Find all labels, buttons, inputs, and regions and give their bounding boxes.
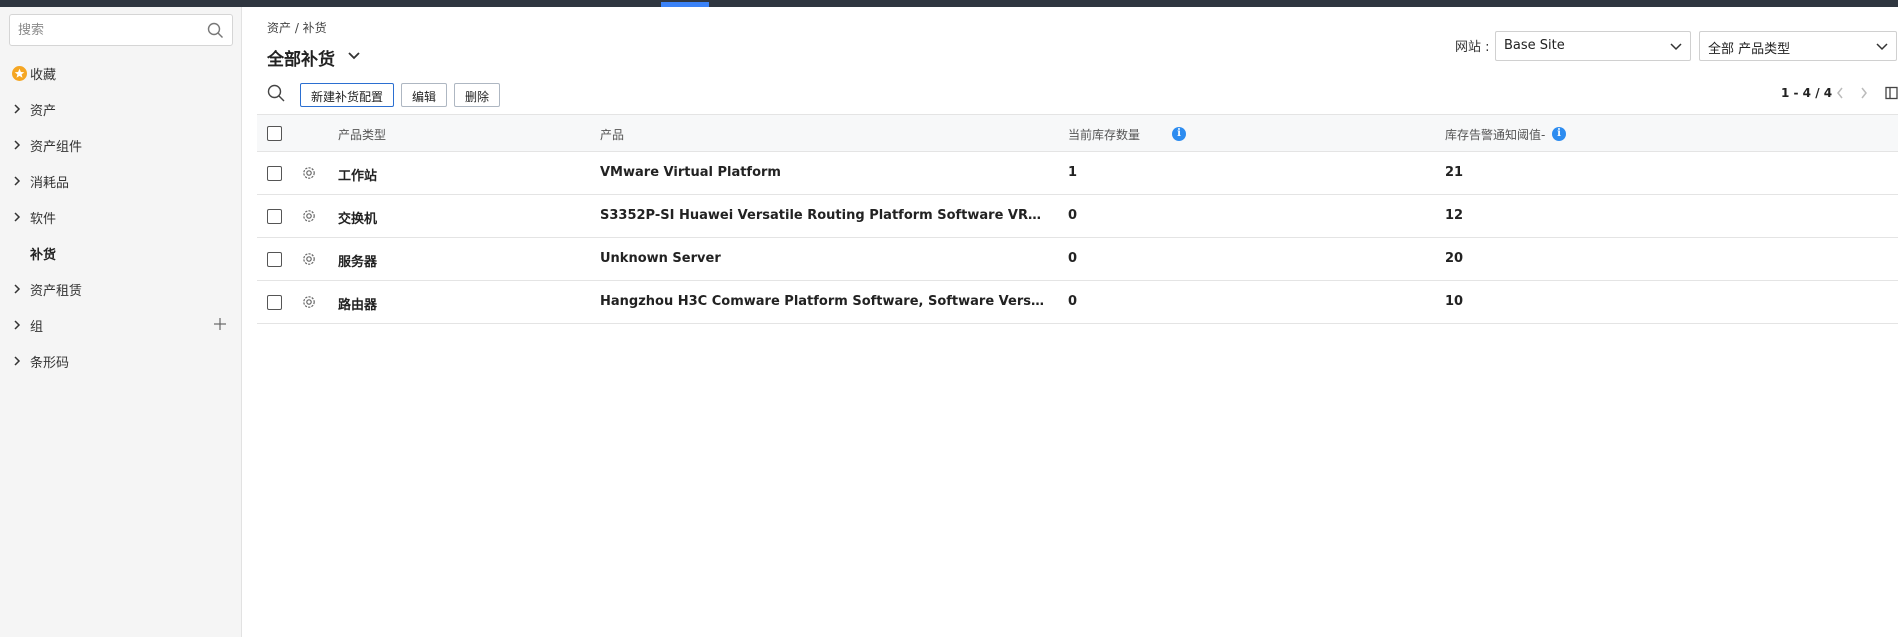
delete-button[interactable]: 删除 — [454, 83, 500, 107]
pagination-range: 1 - 4 / 4 — [1781, 86, 1833, 100]
sidebar-item-groups[interactable]: 组 — [0, 311, 242, 339]
sidebar-item-label: 消耗品 — [30, 176, 70, 191]
cell-product[interactable]: S3352P-SI Huawei Versatile Routing Platf… — [600, 208, 1046, 223]
column-header-current-stock[interactable]: 当前库存数量 — [1068, 126, 1140, 143]
sidebar-item-consumables[interactable]: 消耗品 — [0, 167, 242, 195]
chevron-right-icon[interactable] — [1859, 86, 1869, 100]
table-header: 产品类型 产品 当前库存数量 i 库存告警通知阈值- i — [257, 114, 1898, 152]
add-group-icon[interactable] — [213, 317, 227, 331]
gear-icon[interactable] — [301, 165, 317, 181]
breadcrumb[interactable]: 资产 / 补货 — [267, 19, 327, 36]
sidebar-item-asset-components[interactable]: 资产组件 — [0, 131, 242, 159]
info-icon[interactable]: i — [1552, 127, 1566, 141]
main-content: 资产 / 补货 全部补货 网站 : Base Site 全部 产品类型 新建补货… — [243, 7, 1898, 637]
edit-button[interactable]: 编辑 — [401, 83, 447, 107]
cell-current-stock: 0 — [1068, 208, 1078, 223]
gear-icon[interactable] — [301, 208, 317, 224]
cell-current-stock: 0 — [1068, 294, 1078, 309]
cell-product[interactable]: VMware Virtual Platform — [600, 165, 1046, 180]
table-row[interactable]: 交换机 S3352P-SI Huawei Versatile Routing P… — [257, 195, 1898, 238]
chevron-down-icon — [1876, 43, 1888, 51]
chevron-left-icon[interactable] — [1835, 86, 1845, 100]
cell-threshold: 21 — [1445, 165, 1464, 180]
cell-current-stock: 0 — [1068, 251, 1078, 266]
chevron-right-icon — [14, 212, 21, 222]
cell-product[interactable]: Hangzhou H3C Comware Platform Software, … — [600, 294, 1046, 309]
cell-product-type: 服务器 — [338, 255, 378, 270]
sidebar-search-input[interactable] — [18, 20, 198, 40]
cell-product[interactable]: Unknown Server — [600, 251, 1046, 266]
search-icon[interactable] — [267, 84, 285, 102]
sidebar-item-software[interactable]: 软件 — [0, 203, 242, 231]
cell-product-type: 交换机 — [338, 212, 378, 227]
site-select-value: Base Site — [1504, 38, 1565, 53]
sidebar-item-label: 组 — [30, 320, 44, 335]
cell-threshold: 12 — [1445, 208, 1464, 223]
sidebar-search[interactable] — [9, 14, 233, 46]
new-replenishment-button[interactable]: 新建补货配置 — [300, 83, 394, 107]
chevron-right-icon — [14, 320, 21, 330]
site-select[interactable]: Base Site — [1495, 31, 1691, 61]
chevron-right-icon — [14, 140, 21, 150]
page-title: 全部补货 — [267, 50, 335, 70]
row-checkbox[interactable] — [267, 295, 282, 310]
row-checkbox[interactable] — [267, 166, 282, 181]
row-checkbox[interactable] — [267, 209, 282, 224]
info-icon[interactable]: i — [1172, 127, 1186, 141]
sidebar: 收藏 资产 资产组件 消耗品 软件 补货 资产租赁 组 条形码 — [0, 7, 242, 637]
sidebar-item-replenishment[interactable]: 补货 — [0, 239, 242, 267]
cell-product-type: 工作站 — [338, 169, 378, 184]
cell-current-stock: 1 — [1068, 165, 1078, 180]
table-row[interactable]: 工作站 VMware Virtual Platform 1 21 — [257, 152, 1898, 195]
chevron-down-icon — [1670, 43, 1682, 51]
cell-threshold: 20 — [1445, 251, 1464, 266]
sidebar-item-label: 补货 — [30, 248, 57, 263]
sidebar-item-assets[interactable]: 资产 — [0, 95, 242, 123]
chevron-right-icon — [14, 356, 21, 366]
table-row[interactable]: 路由器 Hangzhou H3C Comware Platform Softwa… — [257, 281, 1898, 324]
select-all-checkbox[interactable] — [267, 126, 282, 141]
sidebar-item-label: 资产 — [30, 104, 57, 119]
gear-icon[interactable] — [301, 251, 317, 267]
cell-product-type: 路由器 — [338, 298, 378, 313]
product-type-select[interactable]: 全部 产品类型 — [1699, 31, 1897, 61]
sidebar-item-barcode[interactable]: 条形码 — [0, 347, 242, 375]
sidebar-item-label: 条形码 — [30, 356, 70, 371]
search-icon[interactable] — [207, 22, 224, 39]
sidebar-item-label: 软件 — [30, 212, 57, 227]
row-checkbox[interactable] — [267, 252, 282, 267]
sidebar-item-favorites[interactable]: 收藏 — [0, 59, 242, 87]
gear-icon[interactable] — [301, 294, 317, 310]
product-type-select-value: 全部 产品类型 — [1708, 42, 1791, 57]
cell-threshold: 10 — [1445, 294, 1464, 309]
sidebar-item-asset-leasing[interactable]: 资产租赁 — [0, 275, 242, 303]
sidebar-item-label: 资产租赁 — [30, 284, 83, 299]
table-row[interactable]: 服务器 Unknown Server 0 20 — [257, 238, 1898, 281]
chevron-right-icon — [14, 176, 21, 186]
chevron-down-icon[interactable] — [347, 51, 361, 61]
sidebar-item-label: 资产组件 — [30, 140, 83, 155]
column-settings-icon[interactable] — [1885, 86, 1898, 100]
site-label: 网站 : — [1455, 40, 1490, 55]
column-header-product-type[interactable]: 产品类型 — [338, 126, 386, 143]
top-bar — [0, 0, 1898, 7]
star-icon — [12, 66, 27, 81]
column-header-threshold[interactable]: 库存告警通知阈值- — [1445, 126, 1545, 143]
chevron-right-icon — [14, 104, 21, 114]
column-header-product[interactable]: 产品 — [600, 126, 1046, 143]
sidebar-item-label: 收藏 — [30, 68, 57, 83]
chevron-right-icon — [14, 284, 21, 294]
